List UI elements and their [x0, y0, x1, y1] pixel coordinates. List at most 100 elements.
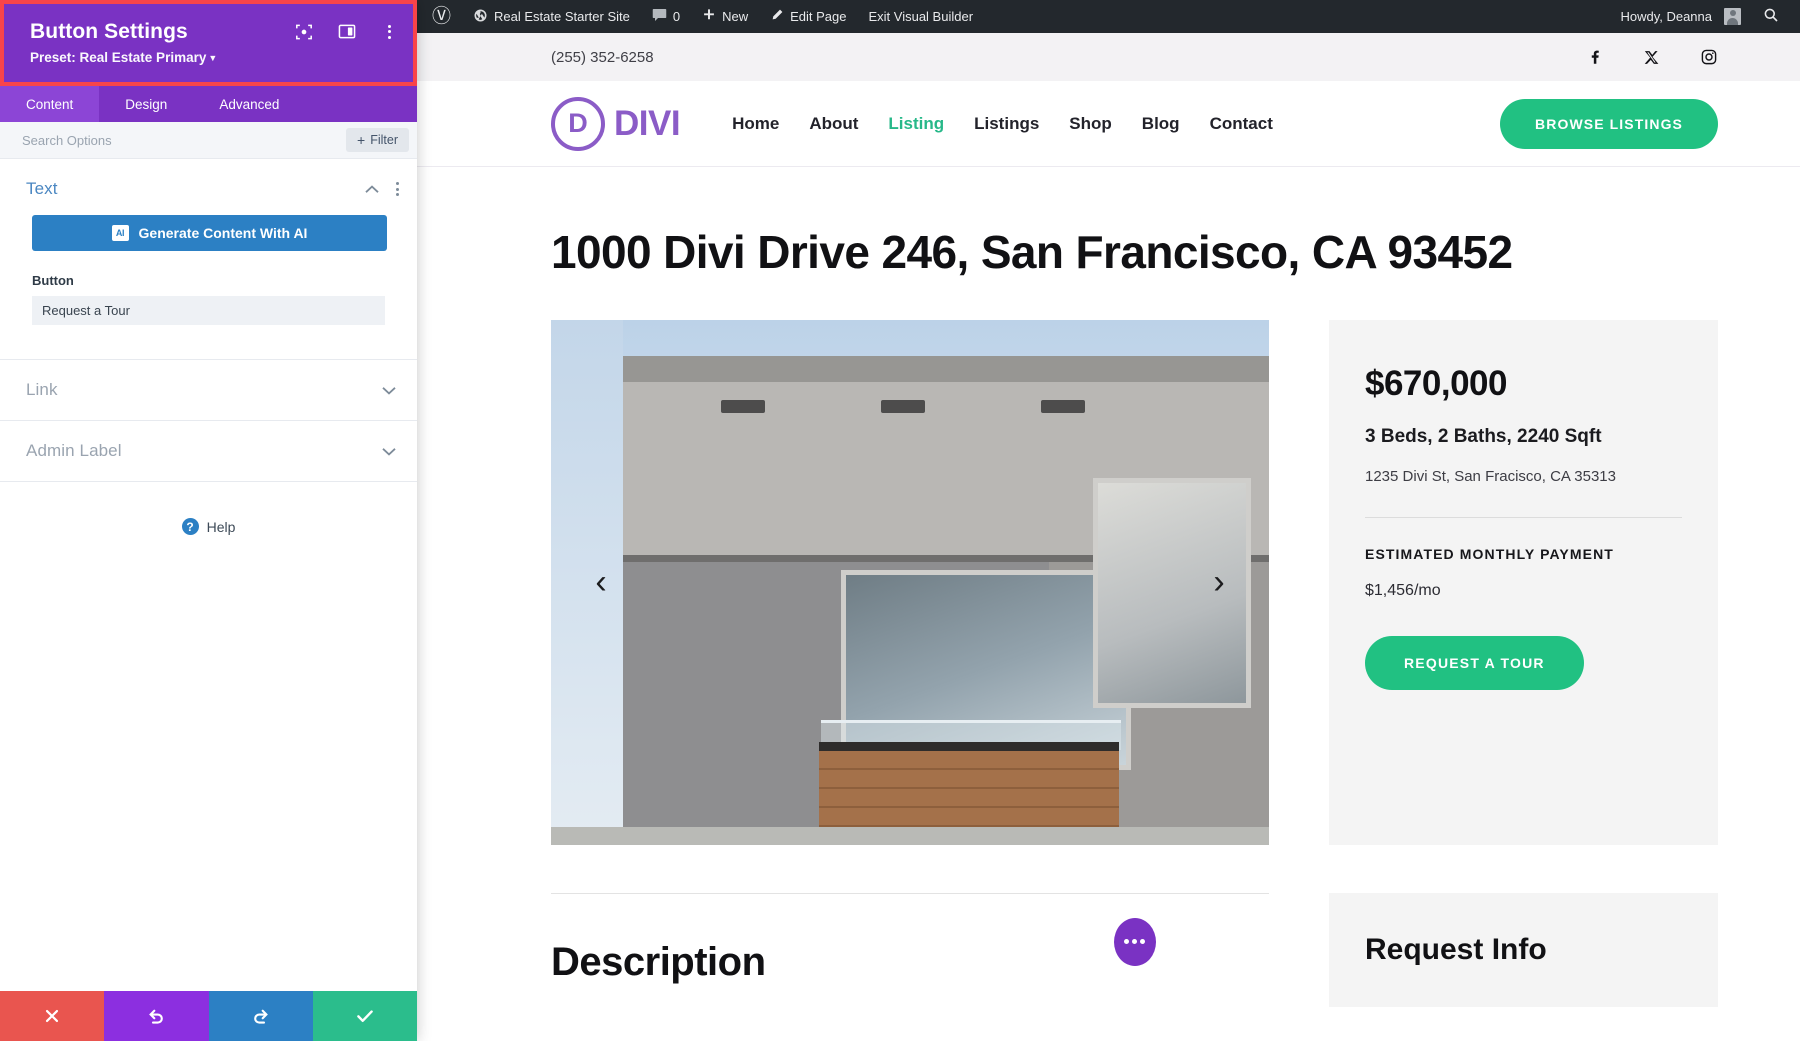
- settings-tabs: Content Design Advanced: [0, 82, 417, 122]
- menu-item-shop[interactable]: Shop: [1069, 114, 1112, 134]
- screen-root: Ⓥ Real Estate Starter Site 0 New Edit Pa…: [0, 0, 1800, 1041]
- listing-main-column: ‹ ›: [551, 320, 1269, 845]
- filter-button[interactable]: + Filter: [346, 128, 409, 152]
- ai-button-label: Generate Content With AI: [139, 225, 308, 241]
- search-icon: [1763, 7, 1779, 26]
- menu-item-home[interactable]: Home: [732, 114, 779, 134]
- site-navbar: D DIVI Home About Listing Listings Shop …: [417, 81, 1800, 167]
- help-label: Help: [207, 519, 236, 535]
- plus-icon: [702, 8, 716, 25]
- dashboard-icon: [473, 8, 488, 26]
- generate-content-with-ai-button[interactable]: AI Generate Content With AI: [32, 215, 387, 251]
- section-link-label: Link: [26, 380, 381, 400]
- edit-page-menu[interactable]: Edit Page: [759, 0, 857, 33]
- facebook-icon[interactable]: [1585, 48, 1604, 67]
- new-content-menu[interactable]: New: [691, 0, 759, 33]
- help-link[interactable]: ? Help: [0, 518, 417, 535]
- avatar: [1724, 8, 1741, 25]
- gallery-ground: [551, 827, 1269, 845]
- save-changes-button[interactable]: [313, 991, 417, 1041]
- chevron-down-icon[interactable]: [381, 382, 397, 398]
- search-input[interactable]: [22, 133, 338, 148]
- settings-preset-selector[interactable]: Preset: Real Estate Primary▼: [30, 50, 395, 65]
- menu-item-blog[interactable]: Blog: [1142, 114, 1180, 134]
- request-info-block: Request Info: [1329, 893, 1718, 1007]
- menu-item-contact[interactable]: Contact: [1210, 114, 1273, 134]
- discard-changes-button[interactable]: [0, 991, 104, 1041]
- undo-button[interactable]: [104, 991, 208, 1041]
- admin-search-button[interactable]: [1752, 0, 1790, 33]
- section-text-header[interactable]: Text: [0, 159, 417, 213]
- filter-label: Filter: [370, 133, 398, 147]
- tab-design[interactable]: Design: [99, 86, 193, 122]
- account-menu[interactable]: Howdy, Deanna: [1609, 0, 1752, 33]
- property-specs: 3 Beds, 2 Baths, 2240 Sqft: [1365, 426, 1682, 448]
- focus-icon[interactable]: [294, 22, 313, 41]
- comments-menu[interactable]: 0: [641, 0, 691, 33]
- phone-number[interactable]: (255) 352-6258: [551, 49, 654, 66]
- browse-listings-button[interactable]: BROWSE LISTINGS: [1500, 99, 1718, 149]
- exit-visual-builder[interactable]: Exit Visual Builder: [857, 0, 984, 33]
- wordpress-icon: Ⓥ: [432, 7, 451, 26]
- chevron-down-icon: ▼: [208, 53, 217, 63]
- description-title: Description: [551, 940, 1269, 985]
- settings-header-actions: [294, 22, 399, 41]
- listing-side-column: $670,000 3 Beds, 2 Baths, 2240 Sqft 1235…: [1329, 320, 1718, 845]
- button-text-input[interactable]: [32, 296, 385, 325]
- menu-item-listings[interactable]: Listings: [974, 114, 1039, 134]
- divi-logo-icon: D: [551, 97, 605, 151]
- instagram-icon[interactable]: [1699, 48, 1718, 67]
- gallery-next-arrow[interactable]: ›: [1199, 562, 1239, 602]
- chevron-down-icon[interactable]: [381, 443, 397, 459]
- edit-page-label: Edit Page: [790, 9, 846, 24]
- request-info-title: Request Info: [1365, 933, 1682, 967]
- property-address: 1235 Divi St, San Fracisco, CA 35313: [1365, 468, 1682, 485]
- site-logo[interactable]: D DIVI: [551, 97, 680, 151]
- more-options-icon[interactable]: [380, 22, 399, 41]
- tab-content[interactable]: Content: [0, 86, 99, 122]
- property-gallery[interactable]: ‹ ›: [551, 320, 1269, 845]
- gallery-vent-2: [881, 400, 925, 413]
- estimate-label: ESTIMATED MONTHLY PAYMENT: [1365, 546, 1682, 562]
- preset-label: Preset: Real Estate Primary: [30, 50, 206, 65]
- comment-icon: [652, 8, 667, 25]
- settings-footer-actions: [0, 991, 417, 1041]
- menu-item-about[interactable]: About: [809, 114, 858, 134]
- module-options-fab[interactable]: [1114, 918, 1156, 966]
- tab-advanced[interactable]: Advanced: [193, 86, 305, 122]
- site-preview: (255) 352-6258 D DIVI Home About: [417, 33, 1800, 1041]
- howdy-label: Howdy, Deanna: [1620, 9, 1712, 24]
- site-name-label: Real Estate Starter Site: [494, 9, 630, 24]
- section-options-icon[interactable]: [396, 182, 399, 196]
- primary-menu: Home About Listing Listings Shop Blog Co…: [732, 114, 1273, 134]
- gallery-prev-arrow[interactable]: ‹: [581, 562, 621, 602]
- gallery-vent-1: [721, 400, 765, 413]
- wp-logo-menu[interactable]: Ⓥ: [421, 0, 462, 33]
- section-admin-label-label: Admin Label: [26, 441, 381, 461]
- section-admin-label-header[interactable]: Admin Label: [0, 421, 417, 482]
- site-name-menu[interactable]: Real Estate Starter Site: [462, 0, 641, 33]
- exit-builder-label: Exit Visual Builder: [868, 9, 973, 24]
- fab-dot-1: [1124, 939, 1129, 944]
- plus-icon: +: [357, 133, 365, 147]
- comments-count: 0: [673, 9, 680, 24]
- vertical-dots: [388, 25, 391, 39]
- chevron-up-icon[interactable]: [364, 181, 380, 197]
- request-a-tour-button[interactable]: REQUEST A TOUR: [1365, 636, 1584, 690]
- redo-button[interactable]: [209, 991, 313, 1041]
- x-twitter-icon[interactable]: [1642, 48, 1661, 67]
- wp-admin-bar: Ⓥ Real Estate Starter Site 0 New Edit Pa…: [417, 0, 1800, 33]
- listing-columns: ‹ › $670,000 3 Beds, 2 Baths, 2240 Sqft …: [551, 320, 1718, 845]
- layout-toggle-icon[interactable]: [337, 22, 356, 41]
- menu-item-listing[interactable]: Listing: [888, 114, 944, 134]
- property-price: $670,000: [1365, 364, 1682, 404]
- page-title: 1000 Divi Drive 246, San Francisco, CA 9…: [551, 227, 1718, 278]
- button-settings-panel: Button Settings Preset: Real Estate Prim…: [0, 0, 417, 1041]
- estimate-value: $1,456/mo: [1365, 582, 1682, 600]
- section-link-header[interactable]: Link: [0, 360, 417, 421]
- fab-dot-2: [1132, 939, 1137, 944]
- button-field-label: Button: [32, 273, 417, 288]
- listing-bottom-row: Description Request Info: [551, 893, 1718, 1007]
- property-detail-card: $670,000 3 Beds, 2 Baths, 2240 Sqft 1235…: [1329, 320, 1718, 845]
- settings-body: Text AI Generate Content With AI Button …: [0, 159, 417, 991]
